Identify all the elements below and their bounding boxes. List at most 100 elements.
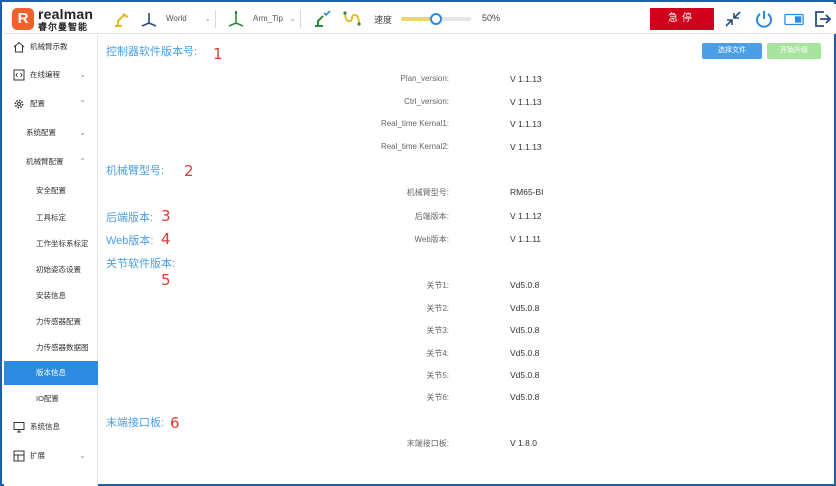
sidebar-item-install-info[interactable]: 安装信息: [4, 284, 98, 308]
end-board-value: V 1.8.0: [510, 438, 537, 448]
controller-version-label: Real_time Kernal2:: [380, 142, 449, 151]
speed-slider-handle[interactable]: [430, 13, 442, 25]
sidebar-item-label: 力传感器数据图: [36, 343, 89, 352]
arm-model-value: RM65-BI: [510, 187, 544, 197]
section-title-arm-model: 机械臂型号:: [106, 165, 165, 177]
annotation-number: 6: [170, 414, 180, 432]
world-frame-icon: [141, 13, 157, 27]
emergency-stop-button[interactable]: 急停: [650, 8, 714, 30]
sidebar-item-system-config[interactable]: 系统配置 ⌄: [4, 121, 98, 145]
sidebar-item-label: 安装信息: [36, 291, 66, 300]
joint-version-label: 关节5:: [426, 371, 449, 380]
sidebar-item-label: 机械臂配置: [26, 157, 64, 166]
annotation-number: 1: [213, 45, 223, 63]
controller-version-value: V 1.1.13: [510, 119, 542, 129]
app-window: R realman 睿尔曼智能 World ⌄ Arm_Tip ⌄ 速度 50%…: [0, 0, 836, 486]
top-toolbar: R realman 睿尔曼智能 World ⌄ Arm_Tip ⌄ 速度 50%…: [4, 4, 836, 34]
select-file-button[interactable]: 选择文件: [702, 43, 762, 59]
section-title-controller: 控制器软件版本号:: [106, 46, 198, 58]
sidebar-item-config[interactable]: 配置 ⌃: [4, 92, 98, 116]
robot-arm-teach-icon[interactable]: [112, 9, 132, 29]
sidebar-item-label: 版本信息: [36, 368, 66, 377]
sidebar-item-label: 工作坐标系标定: [36, 239, 89, 248]
joint-version-value: Vd5.0.8: [510, 348, 540, 358]
home-icon: [13, 41, 25, 53]
version-info-panel: 选择文件 开始升级 控制器软件版本号: 1 Plan_version: V 1.…: [99, 35, 836, 486]
sidebar-item-label: 机械臂示教: [30, 42, 68, 51]
sidebar-item-safety-config[interactable]: 安全配置: [4, 179, 98, 203]
controller-version-label: Real_time Kernal1:: [380, 119, 449, 128]
sidebar-item-force-sensor-config[interactable]: 力传感器配置: [4, 310, 98, 334]
controller-version-label: Plan_version:: [400, 74, 449, 83]
joint-version-label: 关节4:: [426, 349, 449, 358]
sidebar-item-label: 工具标定: [36, 213, 66, 222]
sidebar-item-label: 扩展: [30, 451, 45, 460]
sidebar-item-extension[interactable]: 扩展 ⌄: [4, 444, 98, 468]
tool-frame-icon: [228, 11, 244, 27]
power-icon[interactable]: [754, 9, 774, 29]
sidebar-item-teach[interactable]: 机械臂示教: [4, 35, 98, 59]
sidebar-item-force-sensor-chart[interactable]: 力传感器数据图: [4, 336, 98, 360]
arm-model-label: 机械臂型号:: [406, 188, 449, 197]
sidebar: 机械臂示教 在线编程 ⌄ 配置 ⌃ 系统配置 ⌄ 机械臂配置 ⌃ 安全配置 工具…: [4, 35, 98, 486]
sidebar-item-online-programming[interactable]: 在线编程 ⌄: [4, 63, 98, 87]
tool-select[interactable]: Arm_Tip ⌄: [249, 10, 301, 28]
speed-value: 50%: [482, 13, 501, 23]
realman-logo: R realman 睿尔曼智能: [12, 6, 100, 32]
sidebar-item-label: IO配置: [36, 394, 59, 403]
frame-select-value: World: [166, 14, 187, 23]
monitor-icon: [13, 422, 25, 433]
joint-version-label: 关节1:: [426, 281, 449, 290]
speed-label: 速度: [374, 15, 393, 25]
collapse-icon[interactable]: [723, 9, 743, 29]
section-title-joints: 关节软件版本:: [106, 258, 176, 270]
sidebar-item-initial-pose[interactable]: 初始姿态设置: [4, 258, 98, 282]
chevron-down-icon: ⌄: [79, 451, 86, 460]
end-board-label: 末端接口板:: [406, 439, 449, 448]
toggle-switch-icon[interactable]: [784, 9, 804, 29]
chevron-down-icon: ⌄: [289, 14, 296, 23]
sidebar-item-label: 安全配置: [36, 186, 66, 195]
sidebar-item-arm-config[interactable]: 机械臂配置 ⌃: [4, 150, 98, 174]
chevron-down-icon: ⌄: [79, 128, 86, 137]
joint-version-value: Vd5.0.8: [510, 392, 540, 402]
tool-select-value: Arm_Tip: [253, 14, 283, 23]
gear-icon: [14, 99, 24, 109]
logout-icon[interactable]: [812, 9, 832, 29]
web-version-value: V 1.1.11: [510, 234, 542, 244]
joint-version-label: 关节6:: [426, 393, 449, 402]
speed-slider[interactable]: [401, 13, 471, 25]
sidebar-item-label: 初始姿态设置: [36, 265, 81, 274]
logo-mark: R: [12, 8, 34, 30]
controller-version-label: Ctrl_version:: [404, 97, 449, 106]
joint-version-value: Vd5.0.8: [510, 325, 540, 335]
web-version-label: Web版本:: [414, 235, 449, 244]
sidebar-item-io-config[interactable]: IO配置: [4, 387, 98, 411]
sidebar-item-label: 系统配置: [26, 128, 56, 137]
joint-version-value: Vd5.0.8: [510, 280, 540, 290]
sidebar-item-label: 配置: [30, 99, 45, 108]
extension-icon: [13, 450, 25, 462]
path-trajectory-icon[interactable]: [342, 9, 362, 29]
logo-sub: 睿尔曼智能: [38, 22, 89, 32]
section-title-end-board: 末端接口板:: [106, 417, 165, 429]
chevron-down-icon: ⌄: [204, 14, 211, 23]
joint-version-value: Vd5.0.8: [510, 303, 540, 313]
sidebar-item-version-info[interactable]: 版本信息: [4, 361, 98, 385]
joint-version-label: 关节2:: [426, 304, 449, 313]
start-upgrade-button[interactable]: 开始升级: [767, 43, 821, 59]
sidebar-item-tool-calibration[interactable]: 工具标定: [4, 206, 98, 230]
chevron-down-icon: ⌄: [79, 70, 86, 79]
controller-version-value: V 1.1.13: [510, 97, 542, 107]
controller-version-value: V 1.1.13: [510, 74, 542, 84]
frame-select[interactable]: World ⌄: [162, 10, 216, 28]
sidebar-item-label: 系统信息: [30, 422, 60, 431]
sidebar-item-work-frame-calibration[interactable]: 工作坐标系标定: [4, 232, 98, 256]
code-icon: [13, 69, 25, 81]
backend-version-label: 后端版本:: [414, 212, 449, 221]
robot-check-icon[interactable]: [312, 9, 332, 29]
controller-version-value: V 1.1.13: [510, 142, 542, 152]
backend-version-value: V 1.1.12: [510, 211, 542, 221]
chevron-up-icon: ⌃: [79, 99, 86, 108]
sidebar-item-system-info[interactable]: 系统信息: [4, 415, 98, 439]
